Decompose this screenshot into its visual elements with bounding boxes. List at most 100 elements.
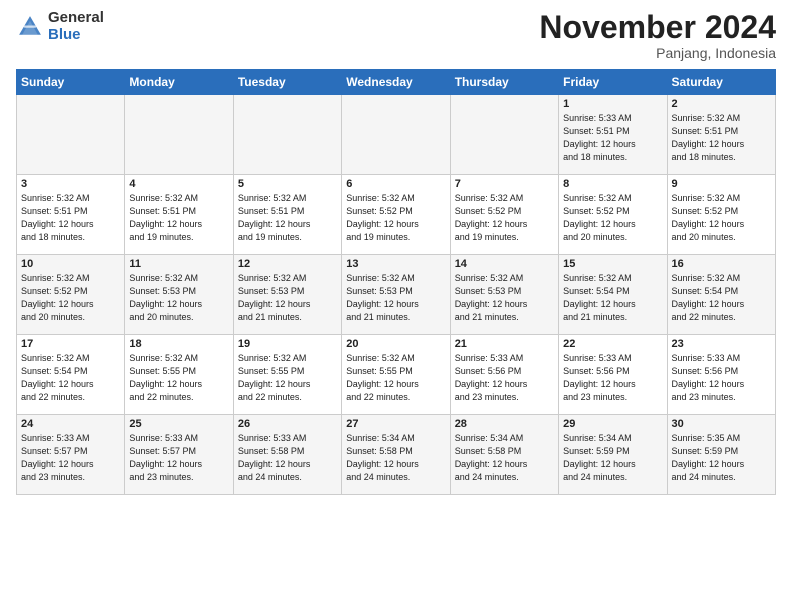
day-info: Sunrise: 5:34 AMSunset: 5:58 PMDaylight:… bbox=[346, 432, 445, 484]
day-info: Sunrise: 5:33 AMSunset: 5:57 PMDaylight:… bbox=[21, 432, 120, 484]
day-info: Sunrise: 5:32 AMSunset: 5:55 PMDaylight:… bbox=[346, 352, 445, 404]
calendar-cell: 27Sunrise: 5:34 AMSunset: 5:58 PMDayligh… bbox=[342, 415, 450, 495]
calendar-cell: 18 Sunrise: 5:32 AMSunset: 5:55 PMDayligh… bbox=[125, 335, 233, 415]
day-number: 17 bbox=[21, 338, 120, 350]
calendar-cell: 28Sunrise: 5:34 AMSunset: 5:58 PMDayligh… bbox=[450, 415, 558, 495]
weekday-header-row: SundayMondayTuesdayWednesdayThursdayFrid… bbox=[17, 70, 776, 95]
day-info: Sunrise: 5:33 AMSunset: 5:57 PMDaylight:… bbox=[129, 432, 228, 484]
day-info: Sunrise: 5:32 AMSunset: 5:52 PMDaylight:… bbox=[346, 192, 445, 244]
day-number: 6 bbox=[346, 178, 445, 190]
calendar-cell bbox=[233, 95, 341, 175]
weekday-header-monday: Monday bbox=[125, 70, 233, 95]
day-number: 22 bbox=[563, 338, 662, 350]
day-info: Sunrise: 5:32 AMSunset: 5:52 PMDaylight:… bbox=[455, 192, 554, 244]
calendar-cell: 20 Sunrise: 5:32 AMSunset: 5:55 PMDayligh… bbox=[342, 335, 450, 415]
calendar-cell bbox=[342, 95, 450, 175]
calendar-cell: 17Sunrise: 5:32 AMSunset: 5:54 PMDayligh… bbox=[17, 335, 125, 415]
calendar-cell: 22Sunrise: 5:33 AMSunset: 5:56 PMDayligh… bbox=[559, 335, 667, 415]
day-number: 23 bbox=[672, 338, 771, 350]
day-number: 13 bbox=[346, 258, 445, 270]
day-number: 21 bbox=[455, 338, 554, 350]
day-info: Sunrise: 5:32 AMSunset: 5:55 PMDaylight:… bbox=[129, 352, 228, 404]
weekday-header-friday: Friday bbox=[559, 70, 667, 95]
day-number: 1 bbox=[563, 98, 662, 110]
month-title: November 2024 bbox=[539, 10, 776, 45]
day-info: Sunrise: 5:32 AMSunset: 5:54 PMDaylight:… bbox=[563, 272, 662, 324]
day-info: Sunrise: 5:33 AMSunset: 5:56 PMDaylight:… bbox=[672, 352, 771, 404]
week-row-5: 24 Sunrise: 5:33 AMSunset: 5:57 PMDayligh… bbox=[17, 415, 776, 495]
day-info: Sunrise: 5:34 AMSunset: 5:59 PMDaylight:… bbox=[563, 432, 662, 484]
day-info: Sunrise: 5:32 AMSunset: 5:51 PMDaylight:… bbox=[129, 192, 228, 244]
calendar-cell: 24 Sunrise: 5:33 AMSunset: 5:57 PMDayligh… bbox=[17, 415, 125, 495]
day-number: 20 bbox=[346, 338, 445, 350]
calendar-cell bbox=[125, 95, 233, 175]
day-number: 24 bbox=[21, 418, 120, 430]
calendar-cell: 11 Sunrise: 5:32 AMSunset: 5:53 PMDayligh… bbox=[125, 255, 233, 335]
day-info: Sunrise: 5:32 AMSunset: 5:51 PMDaylight:… bbox=[672, 112, 771, 164]
weekday-header-wednesday: Wednesday bbox=[342, 70, 450, 95]
calendar-cell: 7 Sunrise: 5:32 AMSunset: 5:52 PMDaylight… bbox=[450, 175, 558, 255]
weekday-header-thursday: Thursday bbox=[450, 70, 558, 95]
day-info: Sunrise: 5:32 AMSunset: 5:55 PMDaylight:… bbox=[238, 352, 337, 404]
week-row-3: 10 Sunrise: 5:32 AMSunset: 5:52 PMDayligh… bbox=[17, 255, 776, 335]
day-number: 7 bbox=[455, 178, 554, 190]
day-number: 9 bbox=[672, 178, 771, 190]
calendar-cell: 5Sunrise: 5:32 AMSunset: 5:51 PMDaylight… bbox=[233, 175, 341, 255]
weekday-header-saturday: Saturday bbox=[667, 70, 775, 95]
day-number: 16 bbox=[672, 258, 771, 270]
day-number: 2 bbox=[672, 98, 771, 110]
day-number: 8 bbox=[563, 178, 662, 190]
calendar-cell: 25Sunrise: 5:33 AMSunset: 5:57 PMDayligh… bbox=[125, 415, 233, 495]
title-block: November 2024 Panjang, Indonesia bbox=[539, 10, 776, 61]
logo-general: General bbox=[48, 9, 104, 26]
day-info: Sunrise: 5:32 AMSunset: 5:51 PMDaylight:… bbox=[238, 192, 337, 244]
day-number: 26 bbox=[238, 418, 337, 430]
calendar-cell: 30 Sunrise: 5:35 AMSunset: 5:59 PMDayligh… bbox=[667, 415, 775, 495]
day-info: Sunrise: 5:32 AMSunset: 5:54 PMDaylight:… bbox=[672, 272, 771, 324]
day-info: Sunrise: 5:34 AMSunset: 5:58 PMDaylight:… bbox=[455, 432, 554, 484]
day-info: Sunrise: 5:33 AMSunset: 5:58 PMDaylight:… bbox=[238, 432, 337, 484]
header: General Blue November 2024 Panjang, Indo… bbox=[16, 10, 776, 61]
day-number: 10 bbox=[21, 258, 120, 270]
weekday-header-tuesday: Tuesday bbox=[233, 70, 341, 95]
day-number: 4 bbox=[129, 178, 228, 190]
location-subtitle: Panjang, Indonesia bbox=[539, 45, 776, 61]
day-number: 15 bbox=[563, 258, 662, 270]
day-info: Sunrise: 5:32 AMSunset: 5:52 PMDaylight:… bbox=[563, 192, 662, 244]
calendar-cell: 21 Sunrise: 5:33 AMSunset: 5:56 PMDayligh… bbox=[450, 335, 558, 415]
week-row-1: 1 Sunrise: 5:33 AMSunset: 5:51 PMDaylight… bbox=[17, 95, 776, 175]
day-info: Sunrise: 5:32 AMSunset: 5:53 PMDaylight:… bbox=[129, 272, 228, 324]
calendar-cell: 4 Sunrise: 5:32 AMSunset: 5:51 PMDaylight… bbox=[125, 175, 233, 255]
calendar-cell: 13Sunrise: 5:32 AMSunset: 5:53 PMDayligh… bbox=[342, 255, 450, 335]
calendar-cell: 1 Sunrise: 5:33 AMSunset: 5:51 PMDaylight… bbox=[559, 95, 667, 175]
calendar-cell: 12 Sunrise: 5:32 AMSunset: 5:53 PMDayligh… bbox=[233, 255, 341, 335]
day-info: Sunrise: 5:35 AMSunset: 5:59 PMDaylight:… bbox=[672, 432, 771, 484]
calendar-cell: 14Sunrise: 5:32 AMSunset: 5:53 PMDayligh… bbox=[450, 255, 558, 335]
calendar-cell: 9Sunrise: 5:32 AMSunset: 5:52 PMDaylight… bbox=[667, 175, 775, 255]
day-info: Sunrise: 5:32 AMSunset: 5:52 PMDaylight:… bbox=[21, 272, 120, 324]
calendar-cell: 6 Sunrise: 5:32 AMSunset: 5:52 PMDaylight… bbox=[342, 175, 450, 255]
day-info: Sunrise: 5:32 AMSunset: 5:53 PMDaylight:… bbox=[238, 272, 337, 324]
day-number: 29 bbox=[563, 418, 662, 430]
day-number: 18 bbox=[129, 338, 228, 350]
day-number: 11 bbox=[129, 258, 228, 270]
day-number: 19 bbox=[238, 338, 337, 350]
week-row-4: 17Sunrise: 5:32 AMSunset: 5:54 PMDayligh… bbox=[17, 335, 776, 415]
calendar-cell: 26 Sunrise: 5:33 AMSunset: 5:58 PMDayligh… bbox=[233, 415, 341, 495]
day-number: 3 bbox=[21, 178, 120, 190]
calendar-cell: 15 Sunrise: 5:32 AMSunset: 5:54 PMDayligh… bbox=[559, 255, 667, 335]
day-number: 12 bbox=[238, 258, 337, 270]
day-info: Sunrise: 5:33 AMSunset: 5:51 PMDaylight:… bbox=[563, 112, 662, 164]
calendar-table: SundayMondayTuesdayWednesdayThursdayFrid… bbox=[16, 69, 776, 495]
logo-icon bbox=[16, 13, 44, 41]
day-info: Sunrise: 5:32 AMSunset: 5:51 PMDaylight:… bbox=[21, 192, 120, 244]
weekday-header-sunday: Sunday bbox=[17, 70, 125, 95]
day-info: Sunrise: 5:33 AMSunset: 5:56 PMDaylight:… bbox=[455, 352, 554, 404]
calendar-cell: 29 Sunrise: 5:34 AMSunset: 5:59 PMDayligh… bbox=[559, 415, 667, 495]
logo-blue: Blue bbox=[48, 26, 81, 43]
day-number: 14 bbox=[455, 258, 554, 270]
calendar-cell: 8 Sunrise: 5:32 AMSunset: 5:52 PMDaylight… bbox=[559, 175, 667, 255]
calendar-cell: 10 Sunrise: 5:32 AMSunset: 5:52 PMDayligh… bbox=[17, 255, 125, 335]
day-number: 30 bbox=[672, 418, 771, 430]
calendar-cell: 2 Sunrise: 5:32 AMSunset: 5:51 PMDaylight… bbox=[667, 95, 775, 175]
